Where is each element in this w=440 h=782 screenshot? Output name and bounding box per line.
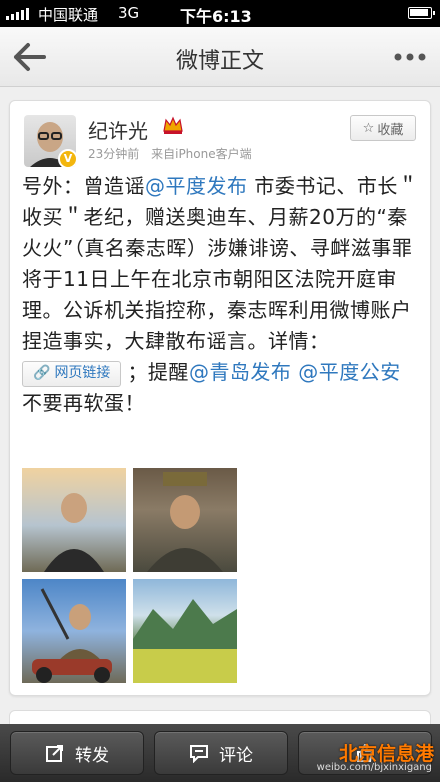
more-dots-icon xyxy=(394,53,426,61)
post-photo-1[interactable] xyxy=(22,468,126,572)
photo-4-content xyxy=(133,599,237,683)
post-photo-4[interactable] xyxy=(133,579,237,683)
post-photo-2[interactable] xyxy=(133,468,237,572)
repost-button[interactable]: 转发 xyxy=(10,731,144,775)
post-meta: 23分钟前 来自iPhone客户端 xyxy=(88,145,252,162)
post-text-4: 不要再软蛋！ xyxy=(22,391,145,415)
weblink-label: 网页链接 xyxy=(54,365,111,381)
verified-badge-icon: V xyxy=(58,149,76,167)
mention-qingdao-fabu[interactable]: @青岛发布 xyxy=(189,360,292,384)
mention-pingdu-fabu[interactable]: @平度发布 xyxy=(145,174,248,198)
post-card: V 纪许光 23分钟前 来自iPhone客户端 ☆ 收藏 号外：曾造谣@平度发布… xyxy=(9,100,431,696)
star-icon: ☆ xyxy=(362,120,375,136)
weblink-button[interactable]: 🔗 网页链接 xyxy=(22,360,122,387)
favorite-button[interactable]: ☆ 收藏 xyxy=(350,115,416,141)
page-title: 微博正文 xyxy=(175,49,264,74)
photo-3-content xyxy=(32,588,112,683)
status-bar: 中国联通 3G 下午6:13 xyxy=(0,0,440,27)
comment-icon xyxy=(190,745,208,763)
comment-button[interactable]: 评论 xyxy=(154,731,288,775)
post-text: 号外：曾造谣@平度发布 市委书记、市长＂收买＂老纪，赠送奥迪车、月薪20万的“秦… xyxy=(22,171,422,419)
comment-label: 评论 xyxy=(219,745,253,766)
avatar[interactable]: V xyxy=(24,115,76,167)
watermark-url: weibo.com/bjxinxigang xyxy=(316,762,432,773)
repost-label: 转发 xyxy=(75,745,109,766)
username[interactable]: 纪许光 xyxy=(88,115,148,144)
battery-icon xyxy=(408,7,435,19)
more-button[interactable] xyxy=(392,47,428,67)
repost-icon xyxy=(46,745,63,762)
post-text-2: 市委书记、市长＂收买＂老纪，赠送奥迪车、月薪20万的“秦火火”（真名秦志晖）涉嫌… xyxy=(22,174,419,353)
photo-2-content xyxy=(147,472,223,572)
favorite-label: 收藏 xyxy=(377,122,404,138)
network-type: 3G xyxy=(118,4,140,22)
post-source: 来自iPhone客户端 xyxy=(151,147,252,161)
crown-icon xyxy=(163,116,183,134)
carrier-name: 中国联通 xyxy=(38,6,99,24)
post-text-1: 号外：曾造谣 xyxy=(22,174,145,198)
post-text-3: ；提醒 xyxy=(127,360,189,384)
status-time: 下午6:13 xyxy=(180,7,252,26)
photo-1-content xyxy=(44,493,104,572)
post-time: 23分钟前 xyxy=(88,147,140,161)
mention-pingdu-gongan[interactable]: @平度公安 xyxy=(298,360,401,384)
post-photo-3[interactable] xyxy=(22,579,126,683)
signal-icon xyxy=(6,8,29,20)
link-icon: 🔗 xyxy=(33,365,51,381)
nav-bar: 微博正文 xyxy=(0,27,440,87)
